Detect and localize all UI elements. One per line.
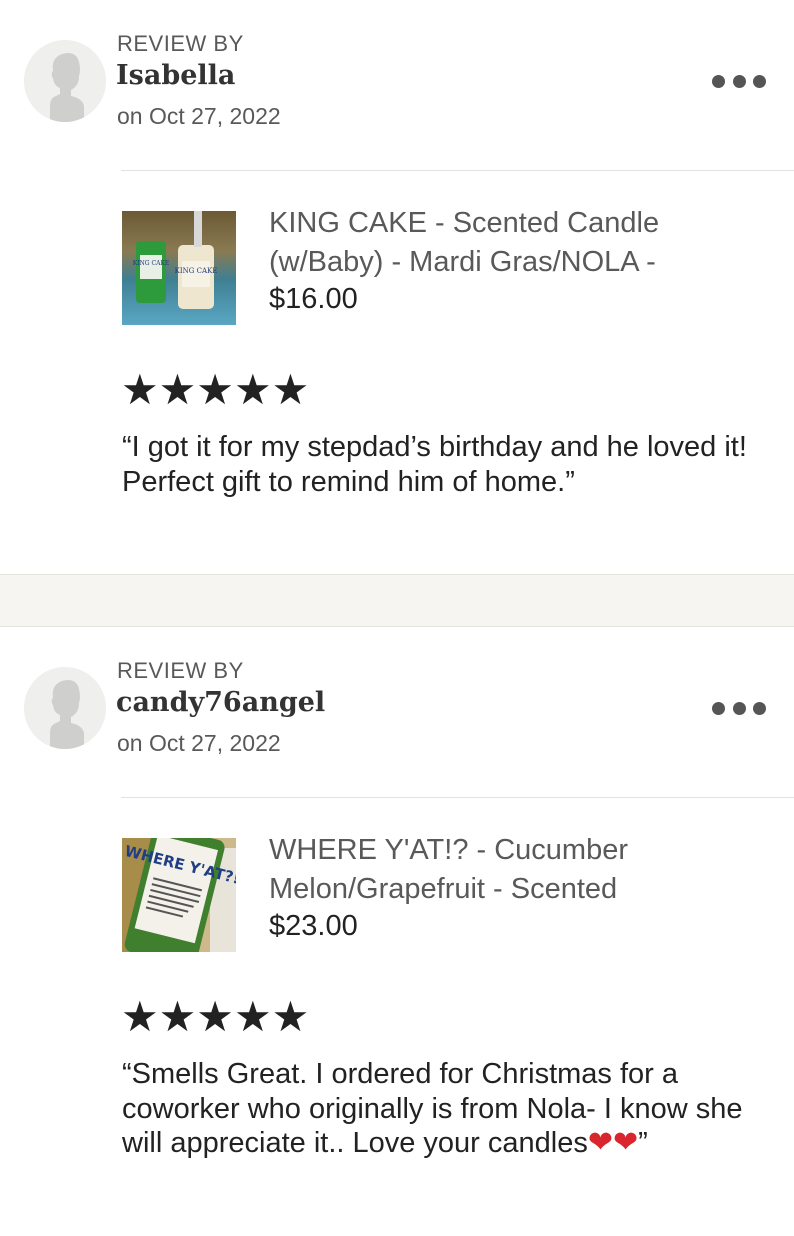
more-dot [732,74,746,88]
review-text: “I got it for my stepdad’s birthday and … [122,431,747,498]
more-dot [732,701,746,715]
more-dot [712,74,725,88]
product-title-link[interactable]: KING CAKE - Scented Candle (w/Baby) - Ma… [269,204,729,282]
thumb-label-2: KING CAKE [175,267,218,275]
product-price: $16.00 [269,283,358,315]
review-card: REVIEW BY candy76angel on Oct 27, 2022 W… [0,627,794,1236]
review-date: on Oct 27, 2022 [117,730,281,756]
more-dot [712,701,725,715]
red-heart-icon: ❤❤ [587,1125,639,1160]
divider [121,797,794,798]
more-dot [753,701,766,715]
star-rating: ★★★★★ [121,992,310,1041]
default-avatar-icon[interactable] [24,40,106,122]
more-options-button[interactable] [712,70,766,92]
section-separator [0,574,794,627]
review-text: “Smells Great. I ordered for Christmas f… [122,1057,762,1161]
default-avatar-icon[interactable] [24,667,106,749]
product-title-link[interactable]: WHERE Y'AT!? - Cucumber Melon/Grapefruit… [269,831,729,909]
thumb-label-1: KING CAKE [133,260,170,267]
review-card: REVIEW BY Isabella on Oct 27, 2022 KING … [0,0,794,574]
review-text-closing-quote: ” [638,1127,648,1159]
review-date: on Oct 27, 2022 [117,103,281,129]
more-dot [753,74,766,88]
divider [121,170,794,171]
review-by-label: REVIEW BY [117,658,244,683]
product-thumbnail[interactable]: WHERE Y'AT?! [122,838,236,952]
more-options-button[interactable] [712,697,766,719]
reviewer-name[interactable]: Isabella [116,60,235,91]
star-rating: ★★★★★ [121,365,310,414]
reviewer-name[interactable]: candy76angel [116,687,325,718]
review-by-label: REVIEW BY [117,31,244,56]
product-price: $23.00 [269,910,358,942]
review-text-body: “Smells Great. I ordered for Christmas f… [122,1058,743,1159]
product-thumbnail[interactable]: KING CAKE KING CAKE [122,211,236,325]
